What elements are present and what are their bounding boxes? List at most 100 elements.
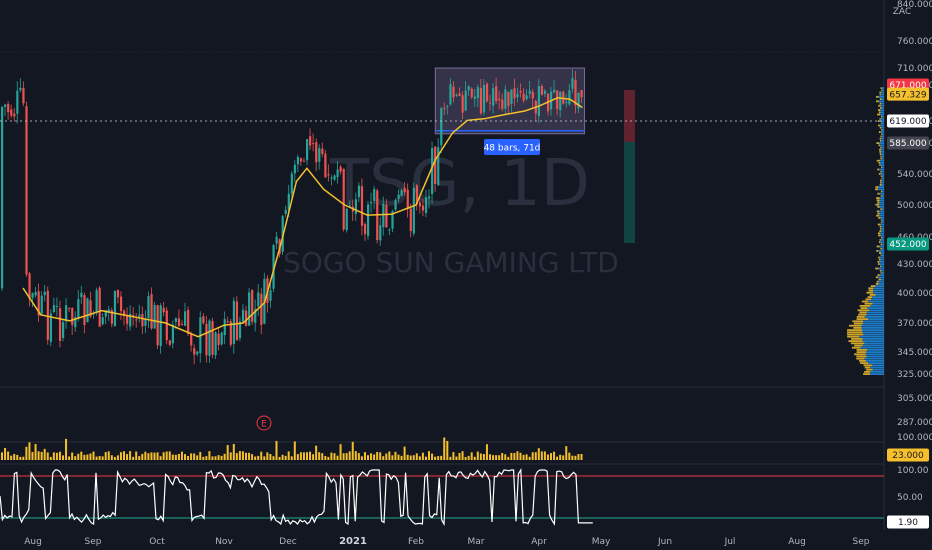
volume-bar <box>168 451 171 460</box>
volume-bar <box>513 452 516 460</box>
volume-bar <box>367 455 369 460</box>
volume-bar <box>202 456 205 460</box>
volume-profile-down <box>870 305 884 307</box>
volume-bar <box>546 454 549 460</box>
volume-bar <box>241 451 244 460</box>
candle-body <box>543 90 547 94</box>
candle-body <box>388 229 391 231</box>
volume-profile-up <box>879 98 882 100</box>
volume-profile-up <box>851 346 861 349</box>
volume-bar <box>412 455 415 460</box>
volume-profile-up <box>860 362 869 364</box>
time-tick-label: May <box>592 537 611 547</box>
chart-stage[interactable]: TSG, 1D SOGO SUN GAMING LTD 48 bars, 71d… <box>0 0 932 550</box>
volume-bar <box>467 455 470 460</box>
volume-profile-down <box>865 360 884 362</box>
candle-body <box>7 104 10 113</box>
risk-zone <box>624 90 635 142</box>
volume-profile-up <box>877 120 880 122</box>
volume-profile-up <box>846 331 863 334</box>
volume-profile-down <box>882 133 884 136</box>
volume-bar <box>116 455 119 460</box>
volume-profile-up <box>877 212 880 215</box>
range-box-rect[interactable] <box>434 67 585 135</box>
volume-bar <box>65 438 68 460</box>
volume-profile-up <box>880 208 882 210</box>
price-tick-label: 710.000 <box>897 64 932 74</box>
chart-svg[interactable]: TSG, 1D SOGO SUN GAMING LTD 48 bars, 71d… <box>0 0 932 550</box>
volume-profile-up <box>847 335 860 338</box>
volume-profile-down <box>878 267 884 270</box>
volume-profile-up <box>878 131 881 133</box>
volume-profile-up <box>856 351 867 353</box>
candle-body <box>306 139 309 161</box>
candle-body <box>324 153 327 178</box>
volume-bar <box>132 456 135 460</box>
candle-body <box>495 86 498 102</box>
candle-body <box>510 89 513 104</box>
volume-profile-up <box>880 195 882 197</box>
candle-body <box>58 308 62 341</box>
volume-profile-up <box>875 203 880 206</box>
volume-profile-down <box>879 214 884 217</box>
volume-bar <box>141 453 144 460</box>
volume-bar <box>464 456 467 460</box>
volume-bar <box>306 452 308 460</box>
oscillator-tick-label: 50.00 <box>897 493 923 503</box>
volume-bar <box>437 456 440 460</box>
volume-profile-up <box>878 278 881 281</box>
volume-profile-down <box>881 157 884 160</box>
candle-body <box>220 332 223 345</box>
volume-profile-down <box>881 230 884 232</box>
volume-profile-down <box>879 274 884 276</box>
volume-bar <box>147 453 150 460</box>
time-tick-label: Mar <box>468 537 485 547</box>
volume-profile-down <box>880 234 884 237</box>
price-tick-label: 400.000 <box>897 289 932 299</box>
volume-profile-down <box>880 278 884 281</box>
candle-body <box>312 143 315 145</box>
candle-body <box>357 185 361 198</box>
volume-bar <box>52 452 55 460</box>
candle-body <box>397 194 400 199</box>
candle-body <box>522 93 525 101</box>
volume-bar <box>171 454 174 460</box>
volume-bar <box>302 452 305 460</box>
volume-profile-down <box>879 168 884 171</box>
volume-bar <box>528 456 531 460</box>
candle-body <box>537 85 540 116</box>
volume-profile-down <box>875 285 884 287</box>
volume-profile-down <box>862 331 884 334</box>
volume-profile-down <box>878 100 884 103</box>
candle-body <box>482 84 486 113</box>
volume-bar <box>543 451 546 460</box>
volume-bar <box>232 444 235 460</box>
volume-profile-up <box>869 294 876 296</box>
volume-bar <box>190 453 193 460</box>
volume-profile-up <box>879 164 881 166</box>
volume-bar <box>31 451 34 460</box>
volume-profile-up <box>879 107 882 109</box>
volume-bar <box>74 456 77 460</box>
volume-profile-up <box>876 100 879 103</box>
volume-profile-up <box>876 245 880 248</box>
volume-bar <box>281 454 284 460</box>
volume-profile-down <box>862 338 884 340</box>
volume-bar <box>92 451 95 460</box>
volume-profile-up <box>860 307 868 309</box>
volume-bar <box>156 452 159 460</box>
volume-bar <box>220 455 223 460</box>
volume-profile-down <box>879 206 884 208</box>
candle-body <box>232 300 235 344</box>
volume-profile-down <box>881 179 884 182</box>
volume-profile-up <box>865 298 872 301</box>
candle-body <box>489 102 492 104</box>
volume-profile-up <box>877 113 881 116</box>
candle-body <box>421 205 425 211</box>
volume-profile-down <box>880 93 884 96</box>
volume-profile-up <box>877 263 880 265</box>
volume-profile-down <box>881 221 884 224</box>
volume-profile-up <box>879 102 882 105</box>
volume-bar <box>150 452 153 460</box>
volume-profile-down <box>881 137 884 140</box>
